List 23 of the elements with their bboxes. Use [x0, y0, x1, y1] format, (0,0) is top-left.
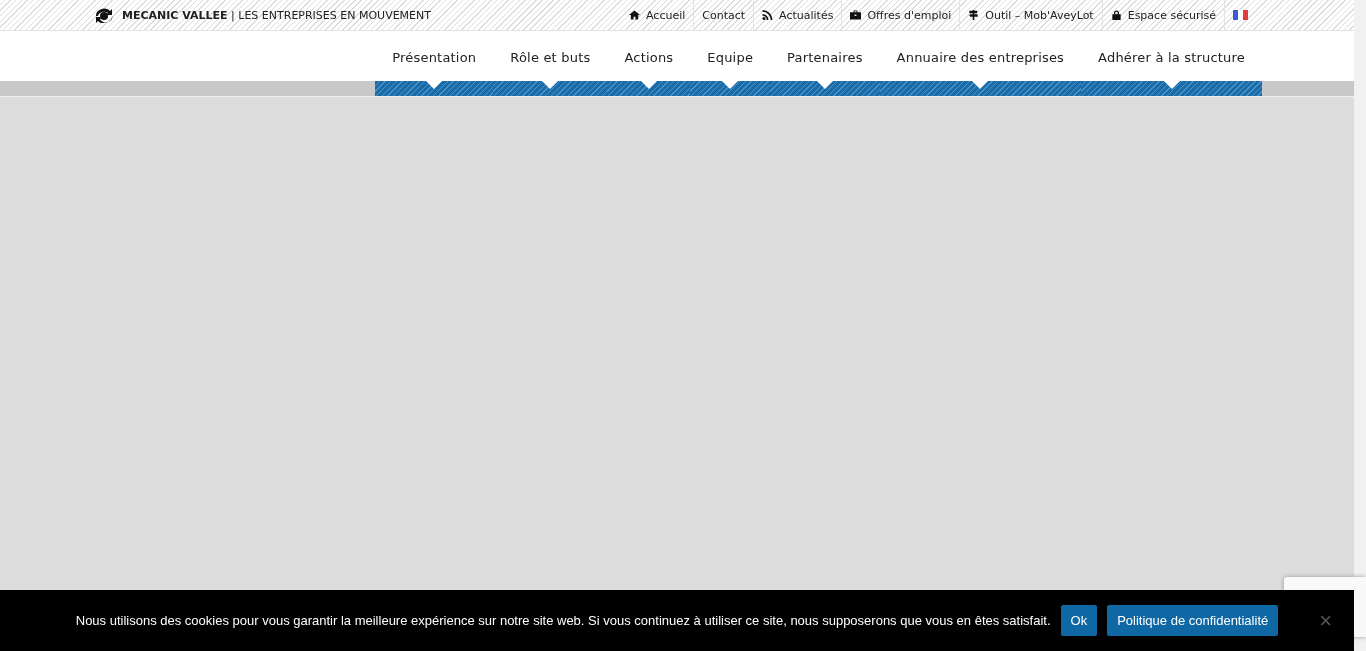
menu-item[interactable]: Partenaires — [770, 31, 880, 81]
accept-button[interactable]: Ok — [1060, 605, 1098, 636]
rss-icon — [762, 10, 774, 20]
home-icon — [629, 10, 640, 20]
site-tagline: MECANIC VALLEE | LES ENTREPRISES EN MOUVEMENT — [122, 8, 431, 22]
flag-icon — [1233, 10, 1248, 20]
top-link[interactable]: Actualités — [779, 8, 834, 22]
menu-item[interactable]: Annuaire des entreprises — [879, 31, 1082, 81]
cookie-notice: Nous utilisons des cookies pour vous garantir la meilleure expérience sur notre site web. Si vous continuez à utiliser ce site, nous supposerons que vous en êtes satisfait. — [75, 613, 1051, 628]
top-link[interactable]: Contact — [702, 8, 746, 22]
top-link[interactable]: Outil – Mob'AveyLot — [985, 8, 1094, 22]
menu-item[interactable]: Adhérer à la structure — [1081, 31, 1262, 81]
top-link[interactable]: Accueil — [646, 8, 686, 22]
top-link[interactable]: Offres d'emploi — [867, 8, 952, 22]
menu-item[interactable]: Actions — [607, 31, 691, 81]
menu-item[interactable]: Equipe — [690, 31, 771, 81]
lock-icon — [1110, 10, 1122, 20]
menu-item[interactable]: Présentation — [375, 31, 494, 81]
briefcase-icon — [850, 10, 862, 20]
menu-item[interactable]: Rôle et buts — [493, 31, 608, 81]
privacy-policy-button[interactable]: Politique de confidentialité — [1107, 605, 1279, 636]
top-link[interactable]: Espace sécurisé — [1127, 8, 1216, 22]
signpost-icon — [968, 10, 980, 20]
